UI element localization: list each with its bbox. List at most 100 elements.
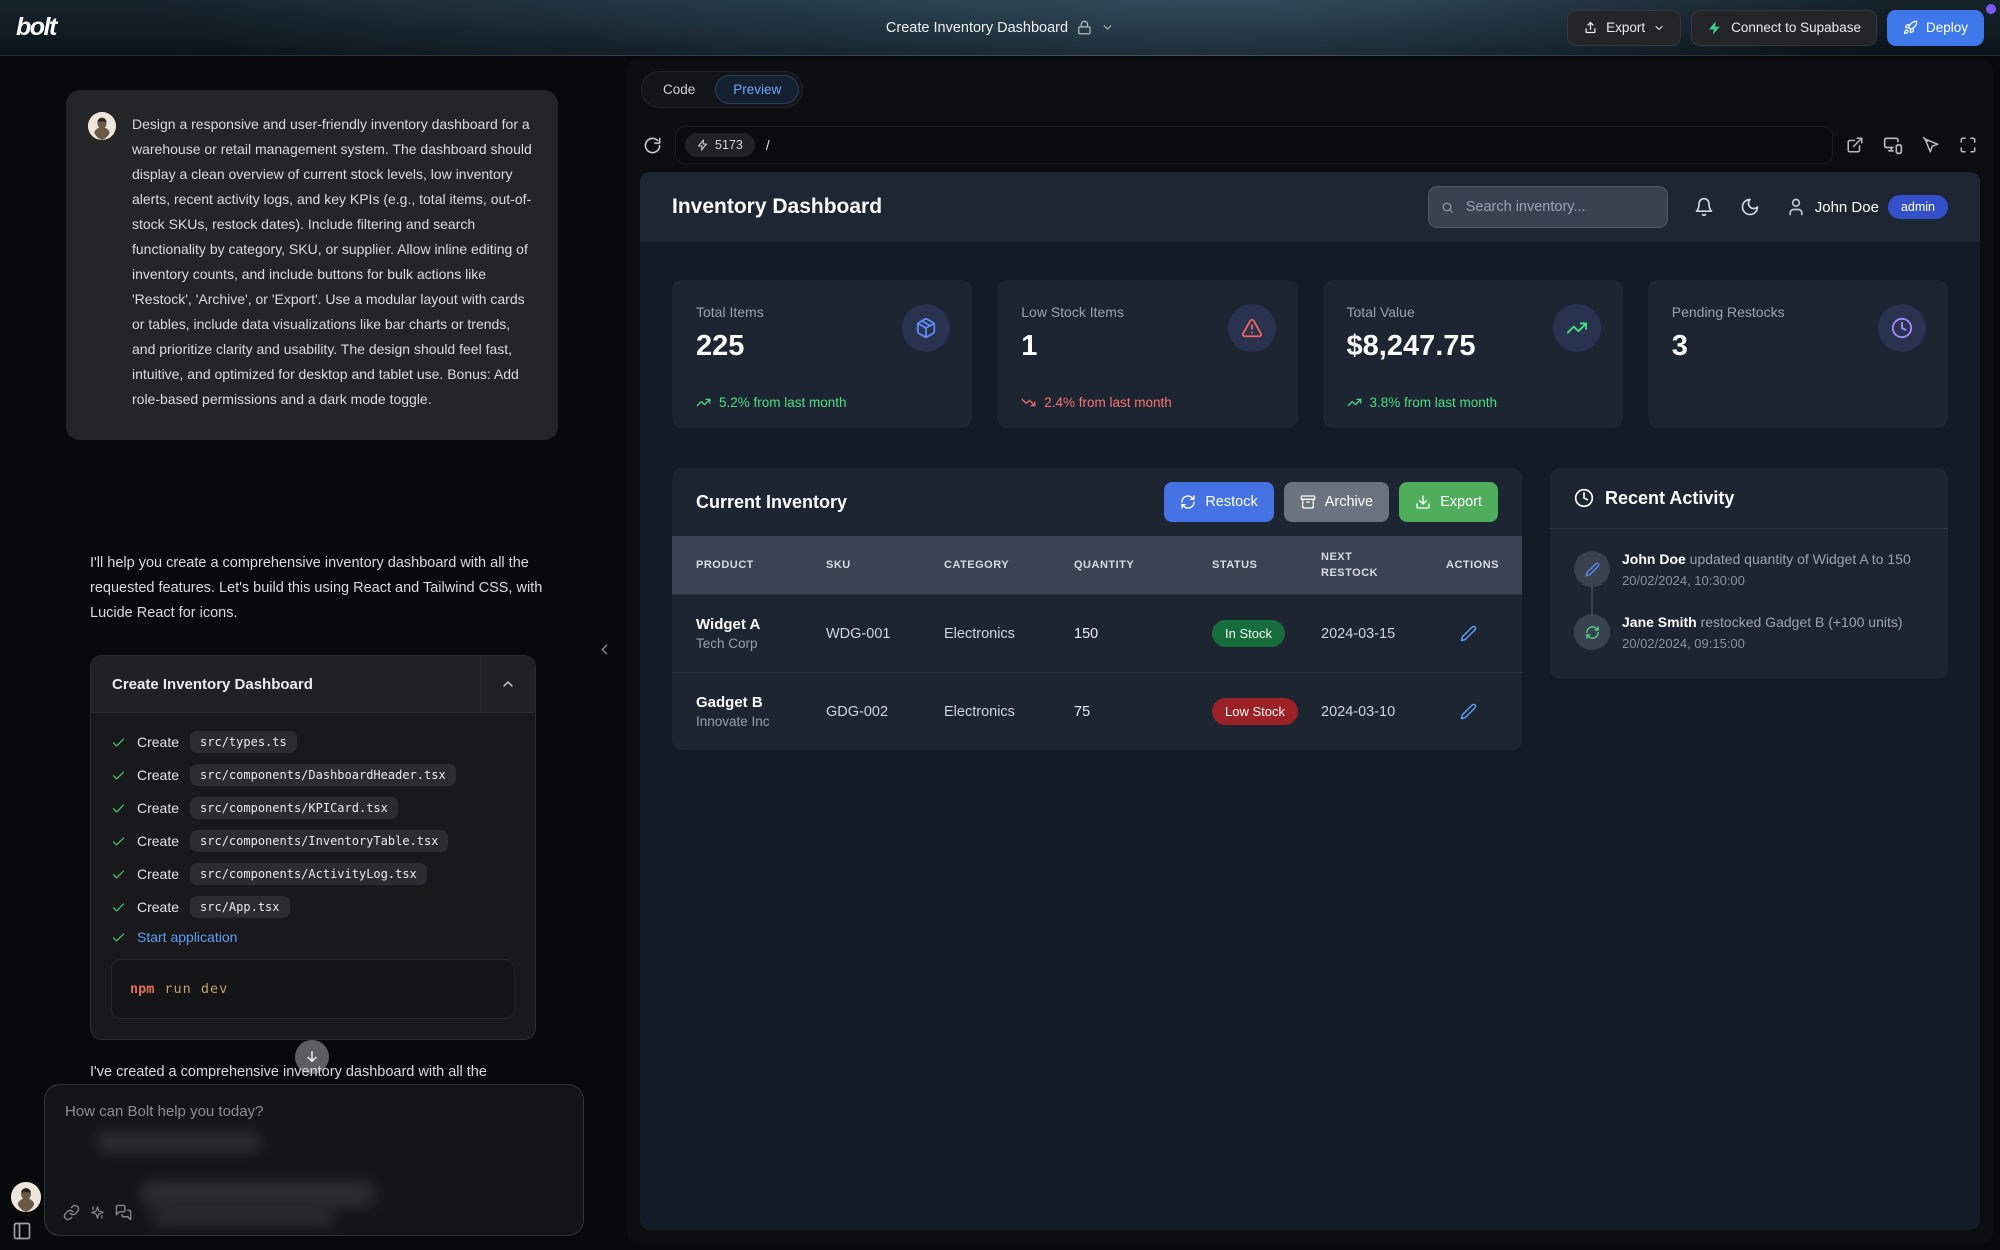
user-avatar bbox=[88, 112, 116, 140]
tab-preview[interactable]: Preview bbox=[715, 75, 799, 104]
edit-row-button[interactable] bbox=[1460, 625, 1477, 642]
recent-activity-card: Recent Activity John Doe updated quantit… bbox=[1550, 468, 1948, 679]
project-title: Create Inventory Dashboard bbox=[886, 20, 1068, 36]
artifact-step: Create src/components/DashboardHeader.ts… bbox=[111, 764, 515, 786]
table-header: PRODUCT SKU CATEGORY QUANTITY STATUS NEX… bbox=[672, 536, 1522, 594]
edit-row-button[interactable] bbox=[1460, 703, 1477, 720]
sparkles-icon[interactable] bbox=[90, 1205, 105, 1220]
reload-icon[interactable] bbox=[643, 136, 662, 155]
account-avatar[interactable] bbox=[11, 1182, 41, 1212]
bell-icon[interactable] bbox=[1694, 197, 1714, 217]
chat-input-toolbar bbox=[63, 1204, 132, 1221]
kpi-pending-restocks: Pending Restocks 3 bbox=[1648, 280, 1948, 428]
check-icon bbox=[111, 735, 126, 750]
kpi-grid: Total Items 225 5.2% from last month Low… bbox=[672, 280, 1948, 428]
kpi-trend: 5.2% from last month bbox=[696, 395, 847, 410]
artifact-collapse-button[interactable] bbox=[480, 656, 535, 712]
chat-collapse-handle[interactable] bbox=[596, 641, 613, 658]
deploy-button[interactable]: Deploy bbox=[1887, 10, 1984, 46]
chat-mode-icon[interactable] bbox=[115, 1204, 132, 1221]
chat-input-box[interactable] bbox=[44, 1084, 584, 1236]
trending-up-icon bbox=[1347, 395, 1362, 410]
artifact-header: Create Inventory Dashboard bbox=[91, 656, 535, 713]
product-cell: Gadget B Innovate Inc bbox=[696, 694, 826, 729]
inventory-search[interactable] bbox=[1428, 186, 1668, 228]
artifact-step-start: Start application bbox=[111, 929, 515, 945]
tab-code[interactable]: Code bbox=[645, 75, 713, 104]
kpi-trend: 3.8% from last month bbox=[1347, 395, 1498, 410]
col-actions: ACTIONS bbox=[1446, 559, 1499, 571]
check-icon bbox=[111, 768, 126, 783]
quantity-cell[interactable]: 75 bbox=[1074, 704, 1212, 720]
notification-dot bbox=[1986, 4, 1996, 14]
file-chip[interactable]: src/components/DashboardHeader.tsx bbox=[190, 764, 456, 786]
chevron-up-icon bbox=[500, 676, 516, 692]
app-title: Inventory Dashboard bbox=[672, 195, 882, 219]
status-badge: Low Stock bbox=[1212, 698, 1298, 725]
col-sku: SKU bbox=[826, 559, 944, 571]
user-name: John Doe bbox=[1815, 199, 1879, 216]
assistant-intro-text: I'll help you create a comprehensive inv… bbox=[90, 551, 550, 626]
trending-up-icon bbox=[696, 395, 711, 410]
table-row[interactable]: Widget A Tech Corp WDG-001 Electronics 1… bbox=[672, 594, 1522, 672]
dark-mode-toggle-icon[interactable] bbox=[1740, 197, 1760, 217]
quantity-cell[interactable]: 150 bbox=[1074, 626, 1212, 642]
restock-button[interactable]: Restock bbox=[1164, 482, 1273, 522]
chevron-left-icon bbox=[596, 641, 613, 658]
status-badge: In Stock bbox=[1212, 620, 1285, 647]
archive-button[interactable]: Archive bbox=[1284, 482, 1389, 522]
col-status: STATUS bbox=[1212, 559, 1321, 571]
lock-icon bbox=[1077, 20, 1092, 35]
status-cell: In Stock bbox=[1212, 620, 1321, 647]
sku-cell: WDG-001 bbox=[826, 626, 944, 642]
download-icon bbox=[1415, 494, 1431, 510]
bolt-logo[interactable]: bolt bbox=[16, 13, 56, 42]
app-header-actions: John Doe admin bbox=[1428, 186, 1948, 228]
inspector-icon[interactable] bbox=[1922, 136, 1940, 154]
search-input[interactable] bbox=[1464, 198, 1655, 216]
artifact-step: Create src/App.tsx bbox=[111, 896, 515, 918]
file-chip[interactable]: src/components/KPICard.tsx bbox=[190, 797, 398, 819]
inventory-card-header: Current Inventory Restock Archive bbox=[672, 468, 1522, 536]
pencil-icon bbox=[1460, 703, 1477, 720]
code-preview-toggle: Code Preview bbox=[641, 71, 803, 108]
file-chip[interactable]: src/types.ts bbox=[190, 731, 297, 753]
user-menu[interactable]: John Doe admin bbox=[1786, 195, 1948, 219]
activity-timestamp: 20/02/2024, 09:15:00 bbox=[1622, 636, 1903, 651]
devices-icon[interactable] bbox=[1883, 135, 1903, 155]
file-chip[interactable]: src/components/ActivityLog.tsx bbox=[190, 863, 427, 885]
check-icon bbox=[111, 834, 126, 849]
file-chip[interactable]: src/components/InventoryTable.tsx bbox=[190, 830, 448, 852]
rocket-icon bbox=[1903, 20, 1918, 35]
preview-address-bar: 5173 / bbox=[627, 118, 1993, 172]
start-application-link[interactable]: Start application bbox=[137, 929, 237, 945]
activity-item: Jane Smith restocked Gadget B (+100 unit… bbox=[1574, 614, 1938, 651]
open-external-icon[interactable] bbox=[1846, 136, 1864, 154]
pencil-icon bbox=[1460, 625, 1477, 642]
clock-icon bbox=[1574, 488, 1594, 508]
port-pill[interactable]: 5173 bbox=[685, 133, 755, 157]
sidebar-toggle-button[interactable] bbox=[12, 1221, 32, 1241]
file-chip[interactable]: src/App.tsx bbox=[190, 896, 289, 918]
upload-icon bbox=[1583, 20, 1598, 35]
export-button[interactable]: Export bbox=[1567, 10, 1681, 46]
export-csv-button[interactable]: Export bbox=[1399, 482, 1498, 522]
avatar-photo bbox=[11, 1182, 41, 1212]
col-next-restock: NEXT RESTOCK bbox=[1321, 549, 1401, 582]
kpi-low-stock: Low Stock Items 1 2.4% from last month bbox=[997, 280, 1297, 428]
fullscreen-icon[interactable] bbox=[1959, 136, 1977, 154]
trending-down-icon bbox=[1021, 395, 1036, 410]
table-row[interactable]: Gadget B Innovate Inc GDG-002 Electronic… bbox=[672, 672, 1522, 750]
project-title-menu[interactable]: Create Inventory Dashboard bbox=[886, 20, 1114, 36]
connect-supabase-button[interactable]: Connect to Supabase bbox=[1691, 10, 1877, 46]
url-field[interactable]: 5173 / bbox=[675, 126, 1833, 164]
attach-link-icon[interactable] bbox=[63, 1204, 80, 1221]
archive-icon bbox=[1300, 494, 1316, 510]
activity-header: Recent Activity bbox=[1550, 468, 1948, 529]
product-cell: Widget A Tech Corp bbox=[696, 616, 826, 651]
activity-timestamp: 20/02/2024, 10:30:00 bbox=[1622, 573, 1911, 588]
artifact-step: Create src/types.ts bbox=[111, 731, 515, 753]
top-bar: bolt Create Inventory Dashboard Export C… bbox=[0, 0, 2000, 56]
chevron-down-icon bbox=[1653, 22, 1665, 34]
preview-tools bbox=[1846, 135, 1977, 155]
